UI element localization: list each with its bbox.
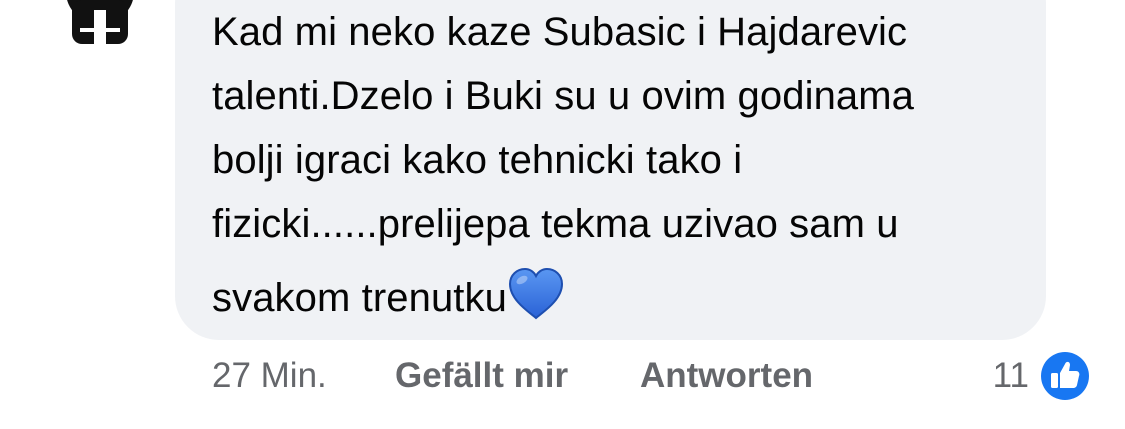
reaction-count: 11 [992,356,1029,395]
comment-bubble: Kad mi neko kaze Subasic i Hajdarevic ta… [175,0,1046,340]
avatar[interactable] [60,0,140,45]
comment-thread: Kad mi neko kaze Subasic i Hajdarevic ta… [0,0,1125,429]
reaction-summary[interactable]: 11 [993,352,1089,400]
comment-line: bolji igraci kako tehnicki tako i [212,138,743,182]
comment-line: talenti.Dzelo i Buki su u ovim godinama [212,74,915,118]
comment-line: Kad mi neko kaze Subasic i Hajdarevic [212,10,908,54]
like-button[interactable]: Gefällt mir [395,356,568,396]
comment-actions: 27 Min. Gefällt mir Antworten 11 [212,352,1102,402]
blue-heart-icon [508,267,563,320]
comment-text: Kad mi neko kaze Subasic i Hajdarevic ta… [212,0,1016,330]
avatar-figure-icon [67,0,133,44]
like-thumb-icon [1041,352,1089,400]
reply-button[interactable]: Antworten [640,356,813,396]
comment-line: fizicki......prelijepa tekma uzivao sam … [212,202,899,246]
timestamp[interactable]: 27 Min. [212,356,327,396]
comment-line: svakom trenutku [212,276,507,320]
